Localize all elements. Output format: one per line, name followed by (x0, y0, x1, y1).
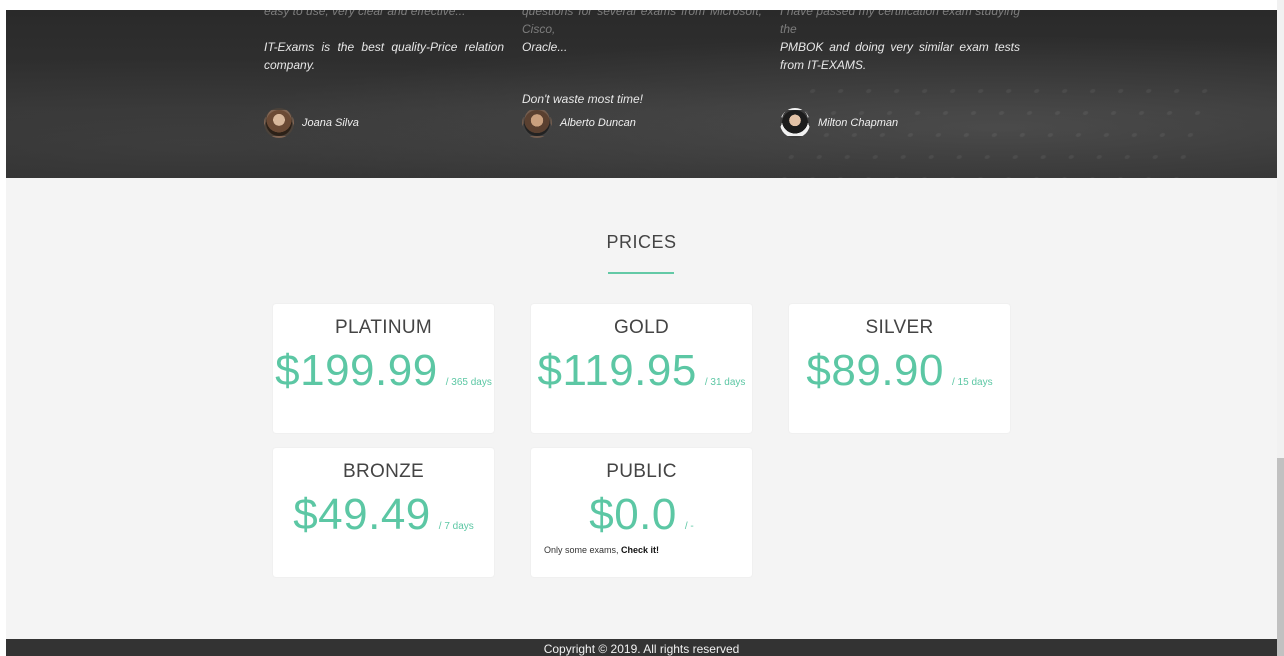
price-card-silver[interactable]: SILVER $89.90 / 15 days (789, 304, 1010, 433)
testimonial-1-text: IT-Exams is the best quality-Price relat… (264, 40, 504, 72)
author-name: Alberto Duncan (560, 117, 636, 129)
prices-title: PRICES (606, 232, 677, 252)
testimonials-section: easy to use, very clear and effective...… (6, 10, 1277, 178)
plan-name: SILVER (865, 317, 934, 338)
plan-period: / - (684, 521, 694, 532)
testimonial-3-author: Milton Chapman (780, 108, 898, 138)
plan-price: $119.95 (537, 346, 697, 395)
testimonial-3-cut-text: I have passed my certification exam stud… (780, 10, 1020, 36)
plan-period: / 365 days (445, 377, 492, 388)
avatar (264, 108, 294, 138)
price-card-bronze[interactable]: BRONZE $49.49 / 7 days (273, 448, 494, 577)
scrollbar-thumb[interactable] (1277, 458, 1284, 656)
testimonial-1: easy to use, very clear and effective...… (264, 10, 504, 74)
price-row: $119.95 / 31 days (531, 346, 752, 396)
plan-price: $89.90 (806, 346, 944, 395)
scrollbar[interactable] (1277, 0, 1284, 656)
plan-name: PUBLIC (606, 461, 677, 482)
copyright-text: Copyright © 2019. All rights reserved (543, 642, 740, 656)
plan-period: / 31 days (704, 377, 746, 388)
testimonial-3: I have passed my certification exam stud… (780, 10, 1020, 74)
plan-period: / 7 days (438, 521, 474, 532)
testimonial-1-author: Joana Silva (264, 108, 359, 138)
price-row: $49.49 / 7 days (273, 490, 494, 540)
title-divider (608, 272, 674, 274)
footer: Copyright © 2019. All rights reserved (6, 639, 1277, 656)
testimonial-2-text: Oracle... (522, 40, 568, 54)
plan-name: GOLD (613, 317, 670, 338)
avatar (522, 108, 552, 138)
avatar (780, 108, 810, 138)
testimonial-2-extra: Don't waste most time! (522, 92, 643, 106)
price-card-gold[interactable]: GOLD $119.95 / 31 days (531, 304, 752, 433)
check-it-link[interactable]: Check it! (621, 545, 659, 555)
price-card-public[interactable]: PUBLIC $0.0 / - Only some exams, Check it… (531, 448, 752, 577)
price-row: $89.90 / 15 days (789, 346, 1010, 396)
plan-name: PLATINUM (334, 317, 433, 338)
author-name: Milton Chapman (818, 117, 899, 129)
price-row: $199.99 / 365 days (273, 346, 494, 396)
plan-note-text: Only some exams, (544, 545, 619, 555)
page: easy to use, very clear and effective...… (6, 10, 1277, 656)
price-row: $0.0 / - (531, 490, 752, 540)
plan-price: $199.99 (275, 346, 438, 395)
plan-price: $49.49 (293, 490, 431, 539)
plan-period: / 15 days (951, 377, 993, 388)
testimonial-3-text: PMBOK and doing very similar exam tests … (780, 40, 1020, 72)
plan-note: Only some exams, Check it! (544, 545, 659, 555)
price-card-platinum[interactable]: PLATINUM $199.99 / 365 days (273, 304, 494, 433)
testimonial-2: questions for several exams from Microso… (522, 10, 762, 108)
plan-price: $0.0 (589, 490, 677, 539)
testimonial-1-cut-text: easy to use, very clear and effective... (264, 10, 466, 18)
testimonial-2-author: Alberto Duncan (522, 108, 636, 138)
plan-name: BRONZE (343, 461, 424, 482)
testimonial-2-cut-text: questions for several exams from Microso… (522, 10, 762, 36)
author-name: Joana Silva (302, 117, 359, 129)
